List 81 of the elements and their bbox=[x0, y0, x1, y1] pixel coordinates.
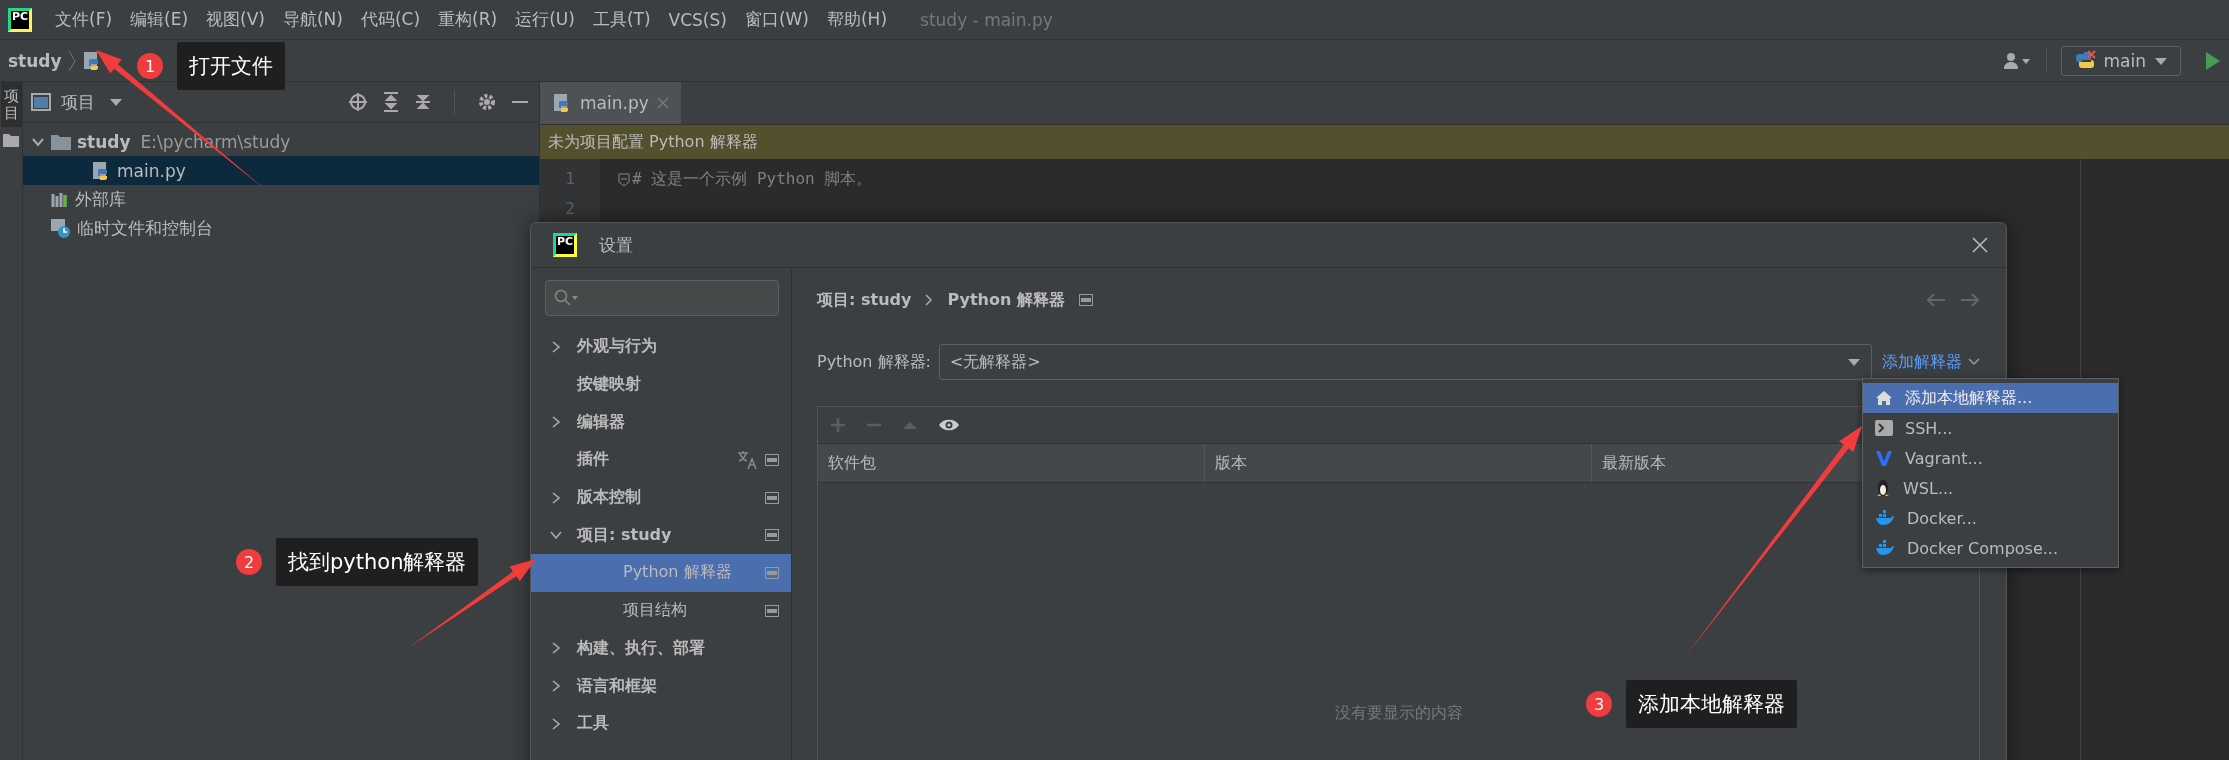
settings-nav-item[interactable]: 编辑器 bbox=[531, 403, 791, 442]
settings-nav-item[interactable]: 项目: study bbox=[531, 516, 791, 555]
settings-nav-item[interactable]: 项目结构 bbox=[531, 591, 791, 630]
menu-item[interactable]: 代码(C) bbox=[351, 8, 430, 31]
collapse-all-icon[interactable] bbox=[414, 92, 432, 112]
run-configuration-dropdown[interactable]: main bbox=[2060, 45, 2181, 76]
v-shape-icon bbox=[1875, 449, 1893, 467]
menu-item[interactable]: 工具(T) bbox=[583, 8, 660, 31]
editor-tab[interactable]: main.py bbox=[540, 82, 681, 124]
tree-item[interactable]: 临时文件和控制台 bbox=[23, 214, 219, 243]
settings-nav-item[interactable]: 版本控制 bbox=[531, 478, 791, 517]
whale-icon bbox=[1875, 510, 1895, 526]
annotation-label: 打开文件 bbox=[177, 42, 285, 90]
caret-icon[interactable] bbox=[109, 97, 123, 107]
code-comment: # 这是一个示例 Python 脚本。 bbox=[632, 169, 873, 190]
menu-item[interactable]: SSH... bbox=[1863, 413, 2118, 443]
search-icon bbox=[554, 289, 580, 307]
settings-nav-item[interactable]: 构建、执行、部署 bbox=[531, 629, 791, 668]
fold-icon[interactable] bbox=[618, 173, 630, 187]
chevron-icon bbox=[925, 294, 934, 306]
add-interpreter-link[interactable]: 添加解释器 bbox=[1882, 351, 1980, 373]
breadcrumb-label: Python 解释器 bbox=[947, 289, 1065, 311]
settings-nav-item[interactable]: 语言和框架 bbox=[531, 667, 791, 705]
whale-icon bbox=[1875, 540, 1895, 556]
console-clock-icon bbox=[51, 218, 71, 239]
home-icon bbox=[1875, 390, 1893, 406]
window-icon bbox=[31, 93, 51, 111]
folder-icon bbox=[51, 133, 71, 150]
panel-title[interactable]: 项目 bbox=[61, 90, 95, 114]
dialog-title: 设置 bbox=[599, 233, 633, 257]
penguin-icon bbox=[1875, 479, 1891, 497]
column-header[interactable]: 最新版本 bbox=[1602, 452, 1666, 474]
settings-nav-item[interactable]: 按键映射 bbox=[531, 365, 791, 404]
empty-message: 没有要显示的内容 bbox=[1334, 703, 1463, 724]
settings-icon[interactable] bbox=[477, 92, 497, 112]
user-icon[interactable] bbox=[2001, 50, 2032, 71]
annotation-label: 添加本地解释器 bbox=[1626, 680, 1797, 728]
menu-item[interactable]: 文件(F) bbox=[46, 8, 122, 31]
settings-nav-item[interactable]: 工具 bbox=[531, 704, 791, 743]
column-header[interactable]: 软件包 bbox=[828, 452, 876, 474]
side-tab[interactable]: 项目 bbox=[0, 82, 22, 127]
project-level-icon bbox=[1078, 294, 1093, 306]
menu-item[interactable]: 帮助(H) bbox=[818, 8, 897, 31]
expand-all-icon[interactable] bbox=[382, 92, 400, 112]
menu-item[interactable]: VCS(S) bbox=[659, 9, 736, 30]
column-header[interactable]: 版本 bbox=[1215, 452, 1247, 474]
app-logo: PC bbox=[8, 7, 32, 32]
menu-item[interactable]: 窗口(W) bbox=[735, 8, 818, 31]
menu-item[interactable]: 运行(U) bbox=[506, 8, 584, 31]
terminal-icon bbox=[1875, 420, 1893, 436]
menu-item[interactable]: 视图(V) bbox=[197, 8, 274, 31]
breadcrumb-project[interactable]: study bbox=[8, 50, 62, 71]
run-icon[interactable] bbox=[2205, 50, 2221, 71]
caret-icon bbox=[1847, 357, 1861, 367]
interpreter-dropdown[interactable]: <无解释器> bbox=[938, 344, 1872, 380]
settings-nav-item[interactable]: 插件 bbox=[531, 441, 791, 479]
menu-item[interactable]: Docker... bbox=[1863, 503, 2118, 533]
app-logo: PC bbox=[553, 233, 577, 257]
menu-item[interactable]: Docker Compose... bbox=[1863, 533, 2118, 563]
menu-item[interactable]: 编辑(E) bbox=[121, 8, 198, 31]
menu-item[interactable]: Vagrant... bbox=[1863, 443, 2118, 473]
chevron-icon bbox=[1968, 357, 1980, 367]
menu-item[interactable]: 添加本地解释器... bbox=[1863, 383, 2118, 413]
menu-item[interactable]: 重构(R) bbox=[429, 8, 507, 31]
close-icon[interactable] bbox=[1972, 237, 1988, 253]
tree-item[interactable]: 外部库 bbox=[23, 185, 132, 214]
search-field[interactable] bbox=[545, 280, 779, 316]
window-title: study - main.py bbox=[920, 9, 1053, 30]
breadcrumb-label: 项目: study bbox=[817, 289, 912, 311]
field-label: Python 解释器: bbox=[817, 351, 931, 373]
annotation-label: 找到python解释器 bbox=[276, 538, 479, 586]
folder-icon bbox=[3, 133, 19, 147]
eye-icon[interactable] bbox=[938, 417, 960, 433]
library-icon bbox=[51, 191, 69, 208]
warning-banner: 未为项目配置 Python 解释器 bbox=[540, 125, 2229, 159]
menu-item[interactable]: WSL... bbox=[1863, 473, 2118, 503]
locate-icon[interactable] bbox=[348, 92, 368, 112]
caret-icon bbox=[2154, 55, 2168, 66]
menu-item[interactable]: 导航(N) bbox=[273, 8, 352, 31]
chevron-icon bbox=[67, 49, 76, 72]
settings-nav-item[interactable]: 外观与行为 bbox=[531, 328, 791, 366]
